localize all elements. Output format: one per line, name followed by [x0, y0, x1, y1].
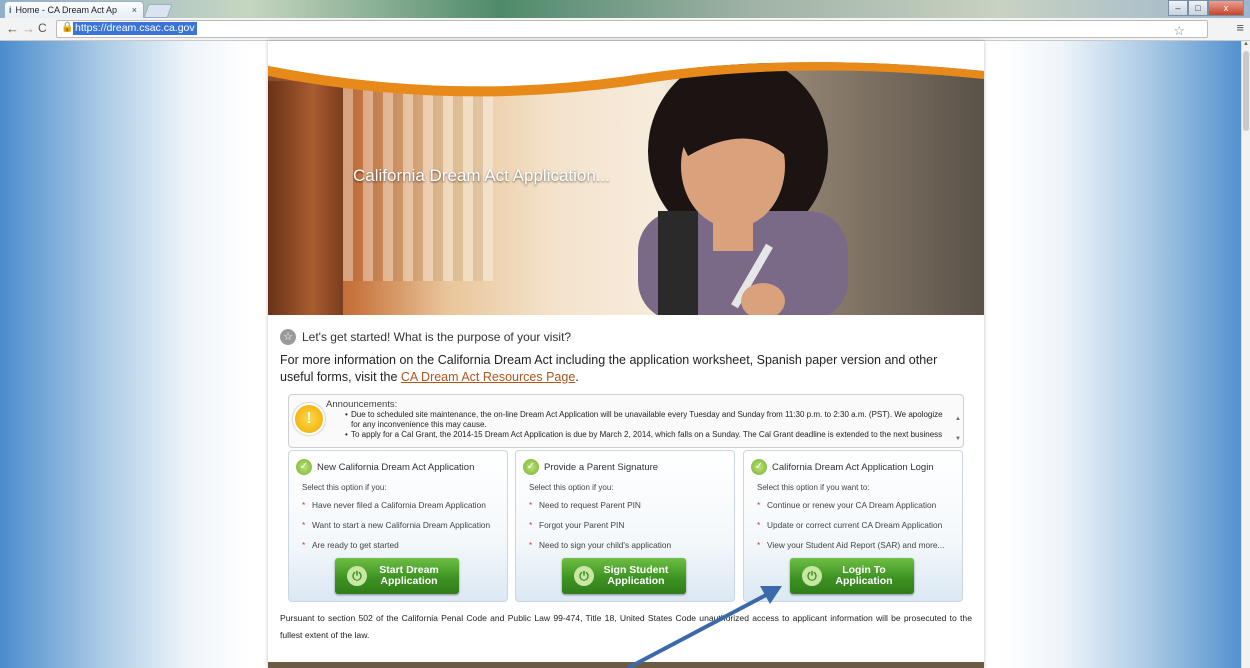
tab-title: Home - CA Dream Act Ap	[15, 5, 118, 15]
warning-icon: !	[293, 403, 325, 435]
card-subtitle: Select this option if you want to:	[757, 483, 870, 492]
card-subtitle: Select this option if you:	[302, 483, 387, 492]
intro-text: Let's get started! What is the purpose o…	[302, 330, 572, 344]
card-list: Have never filed a California Dream Appl…	[302, 500, 490, 560]
browser-tab[interactable]: i Home - CA Dream Act Ap ×	[4, 1, 144, 18]
card-title: Provide a Parent Signature	[544, 461, 659, 473]
browser-tab-strip: i Home - CA Dream Act Ap × – □ x	[0, 0, 1250, 18]
list-item: Forgot your Parent PIN	[529, 520, 671, 540]
sign-student-application-button[interactable]: ⏻ Sign Student Application	[562, 558, 686, 594]
info-paragraph: For more information on the California D…	[280, 352, 974, 386]
intro-heading: ☆ Let's get started! What is the purpose…	[280, 329, 571, 345]
start-dream-application-button[interactable]: ⏻ Start Dream Application	[335, 558, 459, 594]
info-after-link: .	[575, 370, 579, 384]
button-label: Start Dream Application	[379, 564, 439, 587]
star-icon: ☆	[280, 329, 296, 345]
page-container: California Dream Act Application... ☆ Le…	[268, 41, 984, 668]
card-list: Need to request Parent PIN Forgot your P…	[529, 500, 671, 560]
lock-icon: 🔒	[61, 22, 74, 33]
scroll-up-icon[interactable]: ▲	[1243, 41, 1249, 47]
card-header: ✓ Provide a Parent Signature	[523, 459, 658, 475]
address-bar[interactable]: 🔒 https://dream.csac.ca.gov ☆	[56, 20, 1208, 38]
footer-bar	[268, 662, 984, 668]
list-item: Are ready to get started	[302, 540, 490, 560]
list-item: Have never filed a California Dream Appl…	[302, 500, 490, 520]
hero-title: California Dream Act Application...	[353, 166, 611, 185]
hero-wave-decoration	[268, 41, 984, 97]
check-icon: ✓	[523, 459, 539, 475]
list-item: Continue or renew your CA Dream Applicat…	[757, 500, 944, 520]
announcements-scrollbar[interactable]: ▲ ▼	[955, 409, 961, 447]
tab-close-icon[interactable]: ×	[132, 5, 137, 15]
card-title: New California Dream Act Application	[317, 461, 475, 473]
window-controls: – □ x	[1168, 0, 1244, 16]
button-label: Sign Student Application	[603, 564, 669, 587]
browser-toolbar: ← → C 🔒 https://dream.csac.ca.gov ☆ ≡	[0, 18, 1250, 41]
announcements-box: ! Announcements: Due to scheduled site m…	[288, 394, 964, 448]
button-label: Login To Application	[835, 564, 893, 587]
announcement-item: Due to scheduled site maintenance, the o…	[345, 410, 953, 430]
card-subtitle: Select this option if you:	[529, 483, 614, 492]
url-text[interactable]: https://dream.csac.ca.gov	[73, 22, 197, 35]
card-list: Continue or renew your CA Dream Applicat…	[757, 500, 944, 560]
scrollbar-thumb[interactable]	[1243, 51, 1249, 131]
close-window-button[interactable]: x	[1208, 0, 1244, 16]
resources-page-link[interactable]: CA Dream Act Resources Page	[401, 370, 575, 384]
list-item: Want to start a new California Dream App…	[302, 520, 490, 540]
list-item: Need to request Parent PIN	[529, 500, 671, 520]
hero-banner: California Dream Act Application...	[268, 41, 984, 315]
hero-door-image	[268, 81, 343, 315]
site-favicon-icon: i	[9, 5, 12, 15]
bookmark-star-icon[interactable]: ☆	[1173, 23, 1185, 39]
card-header: ✓ California Dream Act Application Login	[751, 459, 934, 475]
power-icon: ⏻	[347, 566, 367, 586]
announcement-item: To apply for a Cal Grant, the 2014-15 Dr…	[345, 430, 953, 440]
list-item: View your Student Aid Report (SAR) and m…	[757, 540, 944, 560]
card-parent-signature: ✓ Provide a Parent Signature Select this…	[515, 450, 735, 602]
back-arrow-icon[interactable]: ←	[6, 21, 19, 36]
minimize-button[interactable]: –	[1168, 0, 1188, 16]
card-application-login: ✓ California Dream Act Application Login…	[743, 450, 963, 602]
reload-icon[interactable]: C	[38, 21, 47, 35]
card-new-application: ✓ New California Dream Act Application S…	[288, 450, 508, 602]
new-tab-button[interactable]	[143, 4, 173, 18]
menu-icon[interactable]: ≡	[1236, 20, 1244, 35]
announcements-list: Due to scheduled site maintenance, the o…	[345, 410, 953, 440]
login-to-application-button[interactable]: ⏻ Login To Application	[790, 558, 914, 594]
check-icon: ✓	[751, 459, 767, 475]
maximize-button[interactable]: □	[1188, 0, 1208, 16]
forward-arrow-icon[interactable]: →	[22, 21, 35, 36]
legal-notice: Pursuant to section 502 of the Californi…	[280, 613, 972, 640]
announcements-title: Announcements:	[326, 399, 398, 410]
page-scrollbar[interactable]: ▲	[1241, 41, 1250, 668]
card-header: ✓ New California Dream Act Application	[296, 459, 474, 475]
power-icon: ⏻	[802, 566, 822, 586]
info-text: For more information on the California D…	[280, 353, 938, 384]
power-icon: ⏻	[574, 566, 594, 586]
card-title: California Dream Act Application Login	[772, 461, 934, 473]
list-item: Update or correct current CA Dream Appli…	[757, 520, 944, 540]
page-viewport: ▲ California Dream Act Application... ☆ …	[0, 41, 1250, 668]
list-item: Need to sign your child's application	[529, 540, 671, 560]
check-icon: ✓	[296, 459, 312, 475]
